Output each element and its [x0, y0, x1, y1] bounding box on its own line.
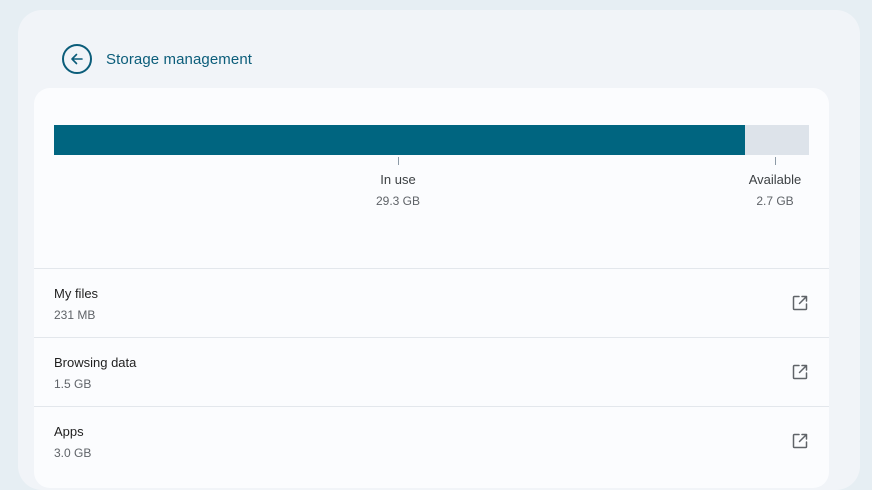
- row-label: Apps: [54, 424, 84, 439]
- storage-in-use-fill: [54, 125, 746, 155]
- row-size: 1.5 GB: [54, 377, 92, 391]
- open-in-new-icon[interactable]: [791, 432, 809, 450]
- available-tick: [775, 157, 776, 165]
- row-label: Browsing data: [54, 355, 137, 370]
- list-item-my-files[interactable]: My files 231 MB: [34, 268, 829, 337]
- in-use-tick: [398, 157, 399, 165]
- page-header: Storage management: [62, 44, 252, 74]
- open-in-new-icon[interactable]: [791, 363, 809, 381]
- in-use-value: 29.3 GB: [375, 194, 421, 208]
- row-size: 3.0 GB: [54, 446, 92, 460]
- row-size: 231 MB: [54, 308, 96, 322]
- page-title: Storage management: [106, 50, 253, 68]
- list-item-apps[interactable]: Apps 3.0 GB: [34, 406, 829, 475]
- list-item-browsing-data[interactable]: Browsing data 1.5 GB: [34, 337, 829, 406]
- in-use-label: In use: [380, 172, 416, 187]
- available-value: 2.7 GB: [756, 194, 794, 208]
- storage-usage-bar: [54, 125, 809, 155]
- storage-card: In use 29.3 GB Available 2.7 GB My files…: [34, 88, 829, 488]
- available-label: Available: [748, 172, 802, 187]
- open-in-new-icon[interactable]: [791, 294, 809, 312]
- back-button[interactable]: [62, 44, 92, 74]
- row-label: My files: [54, 286, 99, 301]
- arrow-left-icon: [71, 53, 83, 65]
